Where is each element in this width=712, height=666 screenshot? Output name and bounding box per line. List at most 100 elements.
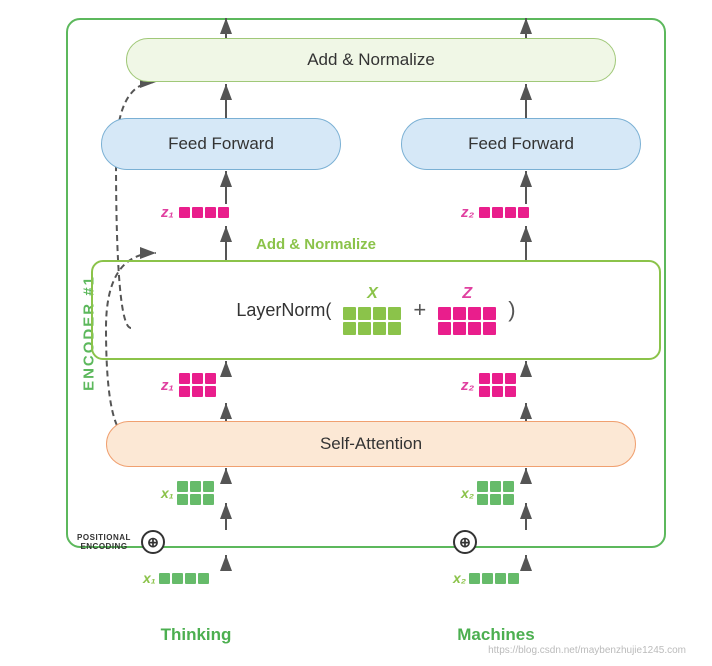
- z2-input-grid: [479, 373, 516, 397]
- z1-pink-grid: [179, 207, 229, 218]
- z1-row1: [179, 207, 229, 218]
- cell: [388, 307, 401, 320]
- cell: [469, 573, 480, 584]
- x1-sa-label: x₁: [161, 485, 174, 501]
- cell: [388, 322, 401, 335]
- cell: [503, 481, 514, 492]
- x1-sa-row1: [177, 481, 214, 492]
- z1-in-row1: [179, 373, 216, 384]
- z1-input-label: z₁: [161, 377, 174, 394]
- layer-norm-content: LayerNorm( X + Z: [236, 285, 515, 335]
- cell: [468, 307, 481, 320]
- x1-bottom-label: x₁: [143, 570, 156, 586]
- pos-enc-left: ⊕: [141, 530, 165, 554]
- cell: [192, 373, 203, 384]
- x1-bottom-grid: [159, 573, 209, 584]
- cell: [177, 481, 188, 492]
- diagram-container: ENCODER #1: [16, 8, 696, 658]
- cell: [218, 207, 229, 218]
- z2-pink-grid: [479, 207, 529, 218]
- layer-norm-text: LayerNorm(: [236, 300, 331, 321]
- word-machines: Machines: [416, 625, 576, 645]
- cell: [343, 322, 356, 335]
- x2-sa-input-area: x₂: [461, 481, 514, 505]
- cell: [373, 307, 386, 320]
- cell: [438, 322, 451, 335]
- cell: [438, 307, 451, 320]
- x2-sa-grid: [477, 481, 514, 505]
- add-normalize-outer: Add & Normalize: [126, 38, 616, 82]
- feed-forward-left: Feed Forward: [101, 118, 341, 170]
- cell: [358, 322, 371, 335]
- z2-output-label: z₂: [461, 204, 474, 221]
- plus-sign: +: [413, 297, 426, 323]
- cell: [205, 373, 216, 384]
- layer-norm-box: LayerNorm( X + Z: [91, 260, 661, 360]
- word-thinking: Thinking: [116, 625, 276, 645]
- z2-in-row1: [479, 373, 516, 384]
- x-grid-group: X: [343, 285, 401, 335]
- z1-in-row2: [179, 386, 216, 397]
- self-attention-label: Self-Attention: [320, 434, 422, 454]
- x-grid: [343, 307, 401, 335]
- x2-bottom-grid: [469, 573, 519, 584]
- x2-sa-row1: [477, 481, 514, 492]
- cell: [192, 386, 203, 397]
- cell: [192, 207, 203, 218]
- x1-b-row1: [159, 573, 209, 584]
- x2-bottom-area: x₂: [453, 570, 519, 586]
- cell: [483, 322, 496, 335]
- cell: [179, 373, 190, 384]
- pos-enc-circle-left: ⊕: [141, 530, 165, 554]
- z2-row1: [479, 207, 529, 218]
- feed-forward-right-label: Feed Forward: [468, 134, 574, 154]
- cell: [179, 207, 190, 218]
- cell: [453, 322, 466, 335]
- cell: [495, 573, 506, 584]
- watermark: https://blog.csdn.net/maybenzhujie1245.c…: [488, 645, 686, 656]
- x2-sa-label: x₂: [461, 485, 474, 501]
- cell: [468, 322, 481, 335]
- cell: [358, 307, 371, 320]
- cell: [205, 207, 216, 218]
- cell: [505, 386, 516, 397]
- x2-b-row1: [469, 573, 519, 584]
- positional-encoding-label: POSITIONAL ENCODING: [74, 533, 134, 551]
- z2-input-label: z₂: [461, 377, 474, 394]
- x2-sa-row2: [477, 494, 514, 505]
- x1-sa-row2: [177, 494, 214, 505]
- z1-output-area: z₁: [161, 204, 229, 221]
- add-normalize-outer-label: Add & Normalize: [307, 50, 435, 70]
- feed-forward-left-label: Feed Forward: [168, 134, 274, 154]
- z-grid-group: Z: [438, 285, 496, 335]
- cell: [479, 386, 490, 397]
- z1-input-grid: [179, 373, 216, 397]
- cell: [508, 573, 519, 584]
- cell: [198, 573, 209, 584]
- close-paren: ): [508, 297, 515, 323]
- cell: [172, 573, 183, 584]
- cell: [205, 386, 216, 397]
- z1-input-area: z₁: [161, 373, 216, 397]
- cell: [477, 494, 488, 505]
- cell: [479, 207, 490, 218]
- cell: [179, 386, 190, 397]
- z-label: Z: [462, 285, 472, 303]
- cell: [490, 481, 501, 492]
- z1-output-label: z₁: [161, 204, 174, 221]
- cell: [343, 307, 356, 320]
- x1-sa-input-area: x₁: [161, 481, 214, 505]
- cell: [518, 207, 529, 218]
- cell: [492, 373, 503, 384]
- z2-output-area: z₂: [461, 204, 529, 221]
- cell: [185, 573, 196, 584]
- cell: [373, 322, 386, 335]
- z-grid: [438, 307, 496, 335]
- cell: [190, 481, 201, 492]
- pos-enc-circle-right: ⊕: [453, 530, 477, 554]
- x2-bottom-label: x₂: [453, 570, 466, 586]
- pos-enc-right: ⊕: [453, 530, 477, 554]
- cell: [490, 494, 501, 505]
- add-normalize-inner-label: Add & Normalize: [216, 236, 416, 253]
- feed-forward-right: Feed Forward: [401, 118, 641, 170]
